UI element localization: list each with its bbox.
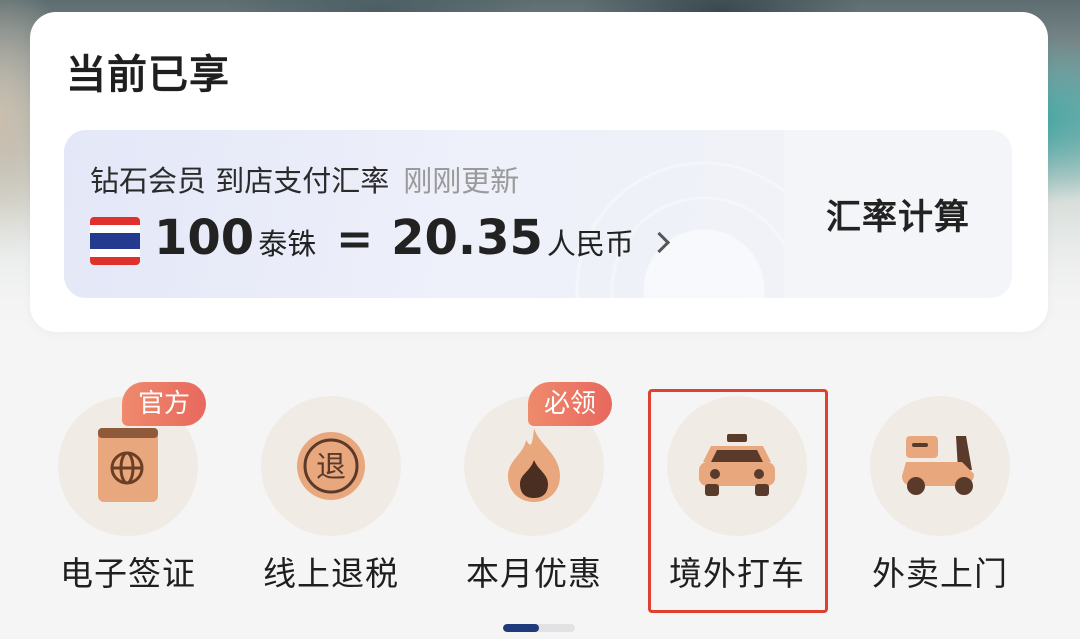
benefits-card: 当前已享 钻石会员 到店支付汇率刚刚更新 100 泰铢 = 20.35 人民币 [30, 12, 1048, 332]
service-monthly-deals[interactable]: 必领 本月优惠 [434, 380, 634, 610]
must-claim-badge: 必领 [528, 382, 613, 426]
official-badge: 官方 [122, 382, 207, 426]
taxi-icon [699, 434, 775, 496]
page-indicator-active [503, 624, 539, 632]
tax-refund-icon: 退 [297, 432, 365, 500]
thailand-flag-icon [90, 217, 140, 265]
rate-updated-text: 刚刚更新 [403, 164, 520, 198]
to-unit: 人民币 [546, 227, 634, 261]
page-indicator [503, 624, 575, 632]
scooter-icon [902, 436, 974, 495]
rate-subtitle-text: 钻石会员 到店支付汇率 [90, 164, 390, 198]
rate-line: 100 泰铢 = 20.35 人民币 [154, 210, 671, 270]
rate-calculator-button[interactable]: 汇率计算 [784, 130, 1012, 298]
service-e-visa[interactable]: 官方 电子签证 [28, 380, 228, 610]
from-amount: 100 [154, 210, 255, 266]
service-label: 本月优惠 [466, 554, 602, 593]
services-row: 官方 电子签证 退 线上退税 必领 本月优惠 境外打车 外卖上门 [0, 380, 1080, 620]
service-overseas-taxi[interactable]: 境外打车 [637, 380, 837, 610]
to-amount: 20.35 [391, 210, 543, 266]
service-label: 境外打车 [669, 554, 805, 593]
equals-sign: = [336, 214, 374, 265]
service-food-delivery[interactable]: 外卖上门 [840, 380, 1040, 610]
flame-icon [508, 428, 560, 502]
rate-subtitle: 钻石会员 到店支付汇率 刚刚更新 [90, 158, 519, 200]
exchange-rate-box: 钻石会员 到店支付汇率 刚刚更新 100 泰铢 = 20.35 人民币 汇率计算 [64, 130, 1012, 298]
passport-icon [98, 428, 158, 502]
service-label: 线上退税 [263, 554, 399, 593]
from-unit: 泰铢 [258, 227, 317, 261]
chevron-right-icon [648, 231, 671, 254]
exchange-rate-info[interactable]: 钻石会员 到店支付汇率 刚刚更新 100 泰铢 = 20.35 人民币 [64, 130, 784, 298]
service-label: 电子签证 [60, 554, 196, 593]
svg-text:退: 退 [316, 450, 346, 485]
service-label: 外卖上门 [872, 554, 1008, 593]
service-tax-refund[interactable]: 退 线上退税 [231, 380, 431, 610]
card-title: 当前已享 [66, 52, 230, 98]
